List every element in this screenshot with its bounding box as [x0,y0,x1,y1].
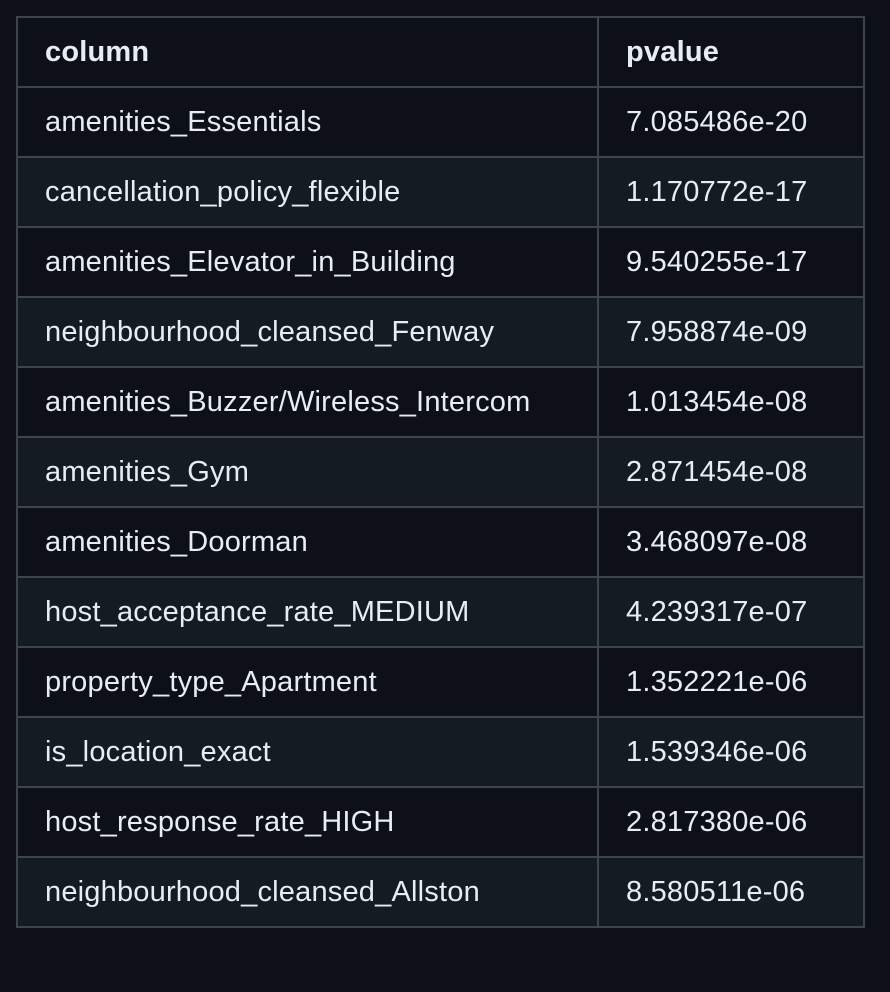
table-row: property_type_Apartment 1.352221e-06 [16,646,865,718]
pvalue-cell: 7.085486e-20 [597,86,865,158]
table-row: host_acceptance_rate_MEDIUM 4.239317e-07 [16,576,865,648]
pvalue-table: column pvalue amenities_Essentials 7.085… [16,16,865,928]
table-row: amenities_Doorman 3.468097e-08 [16,506,865,578]
column-name-cell: amenities_Gym [16,436,599,508]
column-name-cell: cancellation_policy_flexible [16,156,599,228]
column-name-cell: host_acceptance_rate_MEDIUM [16,576,599,648]
column-header-pvalue: pvalue [597,16,865,88]
column-name-cell: neighbourhood_cleansed_Allston [16,856,599,928]
table-row: neighbourhood_cleansed_Fenway 7.958874e-… [16,296,865,368]
column-name-cell: host_response_rate_HIGH [16,786,599,858]
column-name-cell: amenities_Buzzer/Wireless_Intercom [16,366,599,438]
pvalue-cell: 1.352221e-06 [597,646,865,718]
column-name-cell: property_type_Apartment [16,646,599,718]
table-row: cancellation_policy_flexible 1.170772e-1… [16,156,865,228]
pvalue-cell: 2.871454e-08 [597,436,865,508]
table-row: is_location_exact 1.539346e-06 [16,716,865,788]
column-name-cell: amenities_Doorman [16,506,599,578]
pvalue-cell: 7.958874e-09 [597,296,865,368]
pvalue-cell: 3.468097e-08 [597,506,865,578]
pvalue-cell: 9.540255e-17 [597,226,865,298]
pvalue-cell: 1.539346e-06 [597,716,865,788]
table-header-row: column pvalue [16,16,865,88]
pvalue-cell: 1.170772e-17 [597,156,865,228]
table-row: amenities_Gym 2.871454e-08 [16,436,865,508]
pvalue-cell: 2.817380e-06 [597,786,865,858]
column-header-column: column [16,16,599,88]
table-row: neighbourhood_cleansed_Allston 8.580511e… [16,856,865,928]
column-name-cell: amenities_Elevator_in_Building [16,226,599,298]
column-name-cell: is_location_exact [16,716,599,788]
table-row: host_response_rate_HIGH 2.817380e-06 [16,786,865,858]
table-row: amenities_Essentials 7.085486e-20 [16,86,865,158]
table-row: amenities_Buzzer/Wireless_Intercom 1.013… [16,366,865,438]
pvalue-cell: 8.580511e-06 [597,856,865,928]
pvalue-cell: 1.013454e-08 [597,366,865,438]
pvalue-cell: 4.239317e-07 [597,576,865,648]
column-name-cell: neighbourhood_cleansed_Fenway [16,296,599,368]
column-name-cell: amenities_Essentials [16,86,599,158]
table-row: amenities_Elevator_in_Building 9.540255e… [16,226,865,298]
